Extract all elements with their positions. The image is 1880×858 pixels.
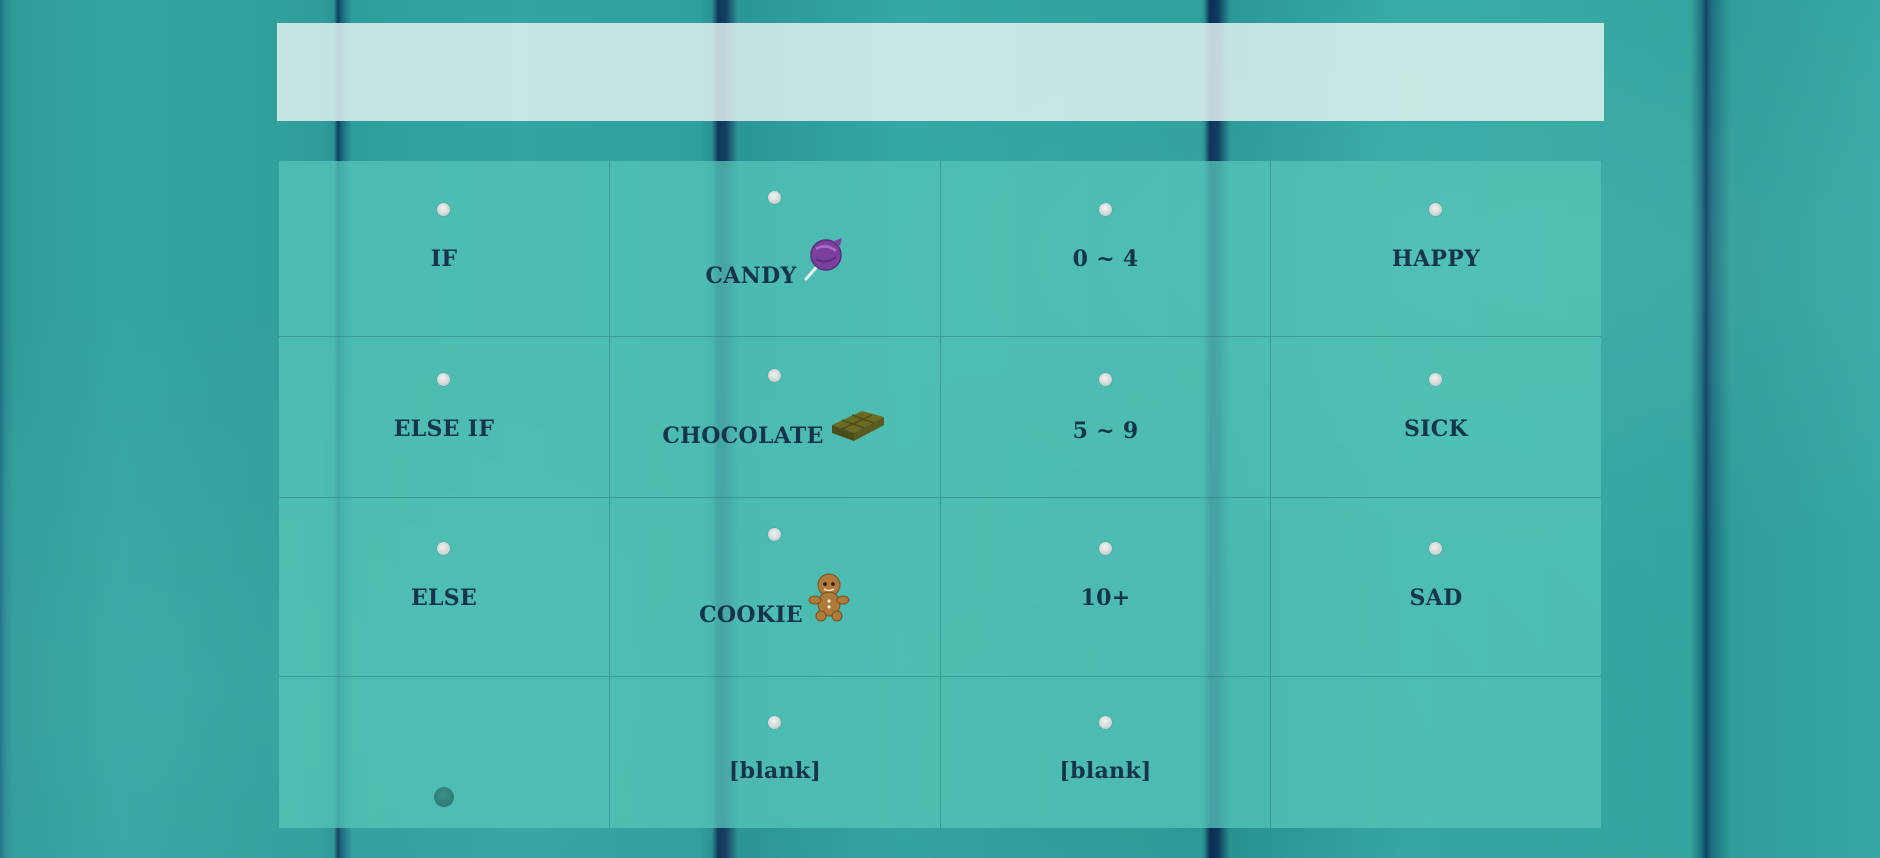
cell-label: [blank]	[1059, 758, 1152, 784]
grid-cell-candy[interactable]: CANDY	[610, 161, 941, 337]
radio-button[interactable]	[1098, 542, 1112, 555]
radio-button[interactable]	[437, 373, 450, 386]
radio-button[interactable]	[768, 369, 781, 382]
cell-label: COOKIE	[699, 602, 803, 628]
radio-button[interactable]	[768, 191, 781, 204]
title-banner	[277, 23, 1604, 121]
grid-cell-empty-right	[1271, 677, 1601, 828]
radio-button[interactable]	[1429, 542, 1442, 555]
cell-label: IF	[430, 246, 458, 272]
radio-button[interactable]	[1429, 203, 1442, 216]
cell-label: CANDY	[705, 263, 797, 289]
grid-cell-chocolate[interactable]: CHOCOLATE	[610, 337, 941, 498]
radio-button[interactable]	[437, 542, 450, 555]
gingerbread-cookie-icon	[807, 572, 851, 628]
cell-label: 5 ~ 9	[1072, 418, 1139, 444]
grid-cell-empty-left[interactable]	[279, 677, 610, 828]
grid-cell-0-4[interactable]: 0 ~ 4	[941, 161, 1271, 337]
radio-button[interactable]	[1098, 373, 1112, 386]
radio-button[interactable]	[437, 203, 450, 216]
radio-button[interactable]	[434, 787, 454, 807]
cell-label: SAD	[1409, 585, 1463, 611]
choice-grid: IF CANDY 0 ~ 4 HAPPY ELSE IF CHOCOLATE 5…	[279, 161, 1601, 828]
radio-button[interactable]	[768, 716, 781, 729]
cell-label: SICK	[1403, 416, 1468, 442]
cell-label-group: COOKIE	[610, 572, 940, 628]
cell-label: 0 ~ 4	[1072, 246, 1139, 272]
grid-cell-blank-2[interactable]: [blank]	[941, 677, 1271, 828]
grid-cell-happy[interactable]: HAPPY	[1271, 161, 1601, 337]
lollipop-icon	[800, 235, 844, 289]
cell-label: HAPPY	[1391, 246, 1481, 272]
grid-cell-5-9[interactable]: 5 ~ 9	[941, 337, 1271, 498]
cell-label: [blank]	[728, 758, 822, 784]
cell-label-group: CHOCOLATE	[610, 407, 940, 449]
radio-button[interactable]	[768, 528, 781, 541]
chocolate-bar-icon	[828, 407, 888, 449]
grid-cell-sick[interactable]: SICK	[1271, 337, 1601, 498]
grid-cell-10-plus[interactable]: 10+	[941, 498, 1271, 677]
cell-label: CHOCOLATE	[662, 423, 824, 449]
radio-button[interactable]	[1429, 373, 1442, 386]
cell-label: 10+	[1080, 585, 1131, 611]
radio-button[interactable]	[1098, 716, 1112, 729]
grid-cell-cookie[interactable]: COOKIE	[610, 498, 941, 677]
grid-cell-sad[interactable]: SAD	[1271, 498, 1601, 677]
cell-label: ELSE	[410, 585, 478, 611]
cell-label-group: CANDY	[610, 235, 940, 289]
radio-button[interactable]	[1098, 203, 1112, 216]
cell-label: ELSE IF	[393, 416, 495, 442]
grid-cell-else[interactable]: ELSE	[279, 498, 610, 677]
grid-cell-blank-1[interactable]: [blank]	[610, 677, 941, 828]
grid-cell-else-if[interactable]: ELSE IF	[279, 337, 610, 498]
grid-cell-if[interactable]: IF	[279, 161, 610, 337]
